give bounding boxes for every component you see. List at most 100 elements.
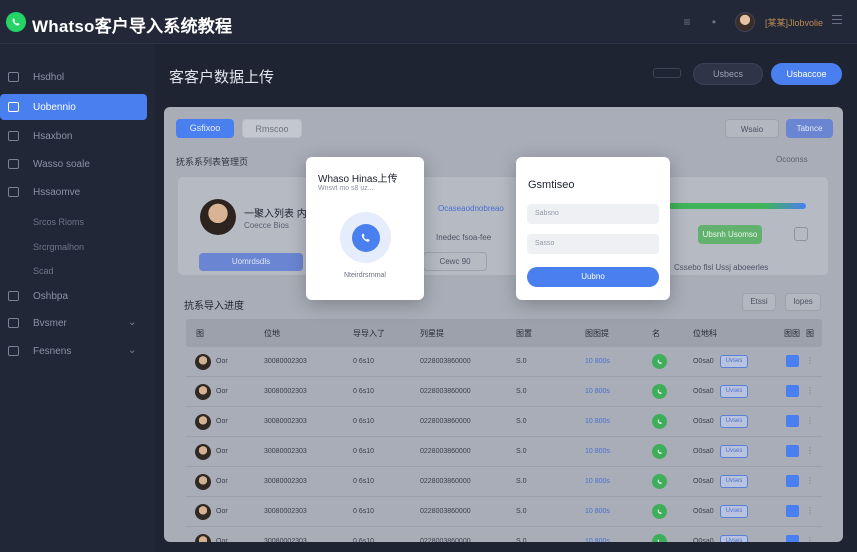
row-avatar <box>195 384 211 400</box>
notification-icon[interactable]: • <box>706 14 722 30</box>
whatsapp-logo-icon <box>6 12 26 32</box>
more-icon[interactable]: ⋮ <box>806 446 814 455</box>
more-icon[interactable]: ⋮ <box>806 356 814 365</box>
document-icon <box>8 131 19 141</box>
profile-link[interactable]: Ocaseaodnobreao <box>438 204 504 213</box>
list-icon[interactable]: ≡ <box>679 14 695 30</box>
sidebar-subitem[interactable]: Scad <box>33 266 54 276</box>
tab-active[interactable]: Gsfixoo <box>176 119 234 138</box>
start-import-button[interactable]: Ubsnh Usomso <box>698 225 762 244</box>
sidebar-subitem[interactable]: Srcos Rioms <box>33 217 84 227</box>
more-icon[interactable]: ⋮ <box>806 506 814 515</box>
table-cell-name: Oor <box>216 508 228 515</box>
message-icon[interactable] <box>786 475 799 487</box>
column-header[interactable]: 图 <box>196 328 204 339</box>
phone-status-icon <box>652 444 667 459</box>
table-cell-phone: 30080002303 <box>264 448 307 455</box>
sidebar-item-files[interactable]: Fesnens <box>0 338 147 364</box>
sidebar-subitem[interactable]: Srcrgmalhon <box>33 242 84 252</box>
form-modal: Gsmtiseo Sabsno Sasso Uubno <box>516 157 670 300</box>
phone-status-icon <box>652 534 667 542</box>
sidebar-item-contacts[interactable]: Hsaxbon <box>0 123 147 149</box>
tab-inactive[interactable]: Rmscoo <box>242 119 302 138</box>
chevron-down-icon[interactable]: ⌄ <box>128 345 136 356</box>
chevron-down-icon[interactable]: ⌄ <box>128 317 136 328</box>
profile-upload-button[interactable]: Uomrdsdls <box>199 253 303 271</box>
table-header: 图 位地 导导入了 列星提 图置 图图提 名 位地科 图图 图 <box>186 319 822 347</box>
sidebar-item-browser[interactable]: Bvsmer <box>0 310 147 336</box>
table-row[interactable]: Oor 30080002303 0 6s10 0228003860000 S.0 10 8… <box>186 467 822 497</box>
view-toggle[interactable] <box>653 68 681 78</box>
column-header[interactable]: 名 <box>652 328 660 339</box>
column-header[interactable]: 图置 <box>516 328 532 339</box>
column-header[interactable]: 导导入了 <box>353 328 385 339</box>
message-icon[interactable] <box>786 505 799 517</box>
sidebar-item-messages[interactable]: Wasso soale <box>0 151 147 177</box>
form-submit-button[interactable]: Uubno <box>527 267 659 287</box>
table-row[interactable]: Oor 30080002303 0 6s10 0228003860000 S.0 10 8… <box>186 437 822 467</box>
table-cell-count: S.0 <box>516 358 527 365</box>
primary-button[interactable]: Usbaccoe <box>771 63 842 85</box>
row-avatar <box>195 414 211 430</box>
sidebar-item-reports[interactable]: Hssaomve <box>0 179 147 205</box>
profile-avatar <box>200 199 236 235</box>
column-header[interactable]: 图图 <box>784 328 800 339</box>
table-row[interactable]: Oor 30080002303 0 6s10 0228003860000 S.0 10 8… <box>186 377 822 407</box>
form-input-phone[interactable]: Sasso <box>527 234 659 254</box>
table-cell-status-text: 10 800s <box>585 388 610 395</box>
message-icon[interactable] <box>786 445 799 457</box>
table-row[interactable]: Oor 30080002303 0 6s10 0228003860000 S.0 10 8… <box>186 527 822 542</box>
column-header[interactable]: 位地 <box>264 328 280 339</box>
profile-card: 一聚入列表 内联 Coecce Bios Uomrdsdls Ocaseaodn… <box>178 177 828 275</box>
user-avatar[interactable] <box>735 12 755 32</box>
more-icon[interactable]: ⋮ <box>806 536 814 542</box>
sidebar-item-label: Bvsmer <box>33 317 67 329</box>
panel-filter-button[interactable]: Wsaio <box>725 119 779 138</box>
table-cell-count: S.0 <box>516 508 527 515</box>
message-icon[interactable] <box>786 535 799 542</box>
sidebar-item-settings[interactable]: Oshbpa <box>0 283 147 309</box>
table-cell-phone: 30080002303 <box>264 508 307 515</box>
clock-icon <box>8 291 19 301</box>
message-icon[interactable] <box>786 385 799 397</box>
column-header[interactable]: 图图提 <box>585 328 609 339</box>
profile-secondary-button[interactable]: Cewc 90 <box>423 252 487 271</box>
row-avatar <box>195 354 211 370</box>
menu-icon[interactable] <box>832 15 842 24</box>
secondary-button[interactable]: Usbecs <box>693 63 763 85</box>
table-cell-status-text: 10 800s <box>585 448 610 455</box>
upload-drop-zone[interactable] <box>340 212 391 263</box>
message-icon[interactable] <box>786 355 799 367</box>
table-cell-count: S.0 <box>516 418 527 425</box>
column-header[interactable]: 位地科 <box>693 328 717 339</box>
table-row[interactable]: Oor 30080002303 0 6s10 0228003860000 S.0 10 8… <box>186 347 822 377</box>
table-row[interactable]: Oor 30080002303 0 6s10 0228003860000 S.0 10 8… <box>186 407 822 437</box>
message-icon[interactable] <box>786 415 799 427</box>
table-options-button[interactable]: Iopes <box>785 293 821 311</box>
table-export-button[interactable]: Etssi <box>742 293 776 311</box>
sidebar-item-label: Fesnens <box>33 345 72 357</box>
folder-icon <box>8 346 19 356</box>
column-header[interactable]: 图 <box>806 328 814 339</box>
table-cell-status-text: 10 800s <box>585 358 610 365</box>
table-cell-position: O0sa0 <box>693 478 714 485</box>
table-cell-imported: 0 6s10 <box>353 538 375 542</box>
user-name[interactable]: [某某]Jlobvolie <box>765 16 823 29</box>
table-cell-name: Oor <box>216 358 228 365</box>
status-badge: Uvses <box>720 385 748 398</box>
table-cell-status-text: 10 800s <box>585 478 610 485</box>
sidebar-item-home[interactable]: Hsdhol <box>0 64 147 90</box>
form-input-name[interactable]: Sabsno <box>527 204 659 224</box>
table-cell-status-text: 10 800s <box>585 538 610 542</box>
more-icon[interactable]: ⋮ <box>806 386 814 395</box>
copy-icon[interactable] <box>794 227 808 241</box>
more-icon[interactable]: ⋮ <box>806 476 814 485</box>
table-row[interactable]: Oor 30080002303 0 6s10 0228003860000 S.0 10 8… <box>186 497 822 527</box>
column-header[interactable]: 列星提 <box>420 328 444 339</box>
section-right: Ocoonss <box>776 155 808 164</box>
more-icon[interactable]: ⋮ <box>806 416 814 425</box>
folder-icon <box>8 102 19 112</box>
table-cell-position: O0sa0 <box>693 358 714 365</box>
sidebar-item-upload[interactable]: Uobennio <box>0 94 147 120</box>
panel-action-button[interactable]: Tabnce <box>786 119 833 138</box>
